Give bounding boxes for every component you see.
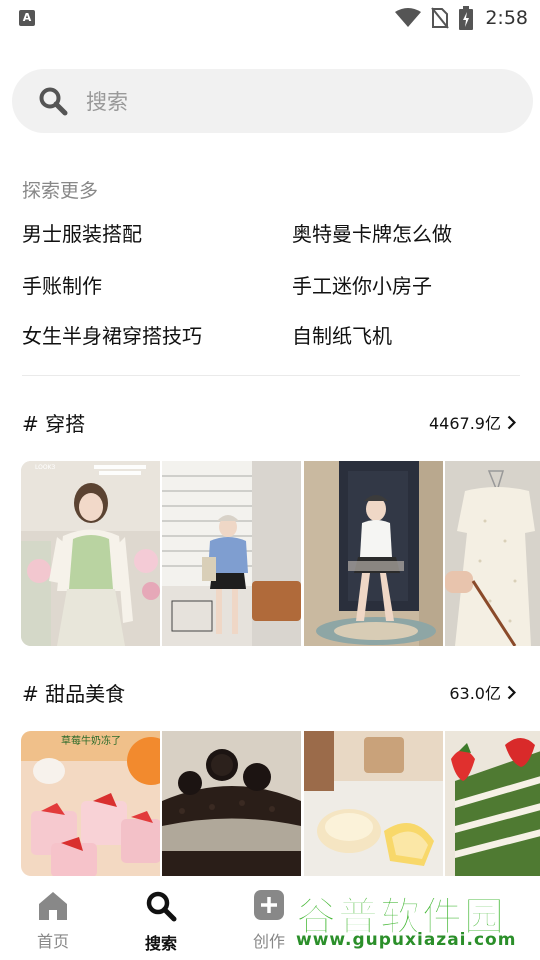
create-plus-icon xyxy=(254,890,284,920)
outfit-thumbnail[interactable] xyxy=(162,461,301,646)
clock: 2:58 xyxy=(485,7,528,29)
dessert-thumbnail[interactable]: 草莓牛奶冻了 xyxy=(21,731,160,876)
topic-thumbnails-outfit: LOOK3 xyxy=(21,461,540,646)
explore-item[interactable]: 女生半身裙穿搭技巧 xyxy=(22,320,202,349)
topic-count[interactable]: 4467.9亿 xyxy=(429,410,516,434)
tab-home[interactable]: 首页 xyxy=(18,890,88,952)
explore-item[interactable]: 手账制作 xyxy=(22,270,102,299)
search-icon xyxy=(146,891,177,922)
home-icon xyxy=(39,892,67,920)
explore-item[interactable]: 男士服装搭配 xyxy=(22,218,142,247)
topic-thumbnails-dessert: 草莓牛奶冻了 xyxy=(21,731,540,876)
topic-header-outfit[interactable]: # 穿搭 4467.9亿 xyxy=(22,408,520,438)
tab-label: 搜索 xyxy=(144,934,177,953)
dessert-thumbnail[interactable] xyxy=(445,731,540,876)
topic-count-value: 4467.9亿 xyxy=(429,414,501,433)
chevron-right-icon xyxy=(507,685,516,699)
divider xyxy=(22,375,520,376)
tab-label: 首页 xyxy=(36,932,69,951)
search-icon xyxy=(39,87,68,116)
battery-charging-icon xyxy=(459,6,474,30)
explore-item[interactable]: 手工迷你小房子 xyxy=(292,270,432,299)
status-icons: 2:58 xyxy=(395,5,528,31)
chevron-right-icon xyxy=(507,415,516,429)
tab-search[interactable]: 搜索 xyxy=(126,890,196,954)
topic-header-dessert[interactable]: # 甜品美食 63.0亿 xyxy=(22,678,520,708)
notification-badge: A xyxy=(19,10,35,26)
explore-title: 探索更多 xyxy=(22,180,99,202)
thumb-caption: 草莓牛奶冻了 xyxy=(61,734,121,747)
topic-count-value: 63.0亿 xyxy=(449,684,501,703)
explore-item[interactable]: 自制纸飞机 xyxy=(292,320,392,349)
watermark-url: www.gupuxiazai.com xyxy=(296,930,517,950)
status-bar: A 2:58 xyxy=(0,0,540,36)
search-placeholder: 搜索 xyxy=(86,90,128,114)
outfit-thumbnail[interactable]: LOOK3 xyxy=(21,461,160,646)
topic-title: # 穿搭 xyxy=(22,412,86,436)
topic-title: # 甜品美食 xyxy=(22,682,126,706)
search-input[interactable]: 搜索 xyxy=(12,69,533,133)
outfit-thumbnail[interactable] xyxy=(445,461,540,646)
outfit-thumbnail[interactable] xyxy=(304,461,443,646)
wifi-icon xyxy=(395,8,422,27)
dessert-thumbnail[interactable] xyxy=(162,731,301,876)
dessert-thumbnail[interactable] xyxy=(304,731,443,876)
no-sim-icon xyxy=(431,7,450,29)
thumb-caption: LOOK3 xyxy=(35,464,56,471)
site-watermark: 谷普软件园 www.gupuxiazai.com xyxy=(292,884,536,956)
explore-item[interactable]: 奥特曼卡牌怎么做 xyxy=(292,218,452,247)
topic-count[interactable]: 63.0亿 xyxy=(449,680,516,704)
